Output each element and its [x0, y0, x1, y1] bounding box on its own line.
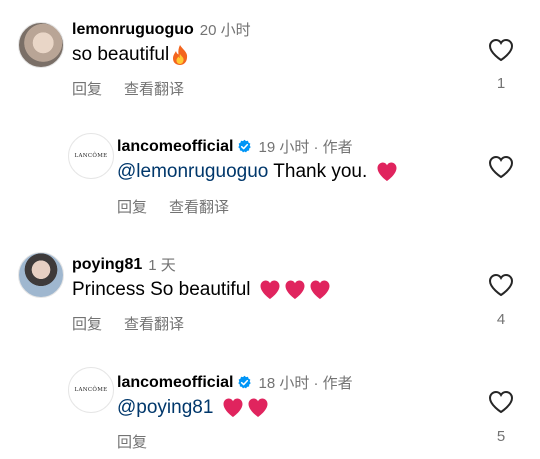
- comment-time: 1 天: [148, 257, 176, 274]
- avatar[interactable]: [18, 252, 64, 298]
- see-translation-button[interactable]: 查看翻译: [124, 78, 184, 99]
- red-heart-emoji-icon: [223, 398, 243, 417]
- like-heart-icon[interactable]: [488, 273, 514, 297]
- comment-time: 19 小时 · 作者: [258, 139, 353, 156]
- verified-badge-icon: [238, 139, 252, 153]
- verified-badge-icon: [238, 375, 252, 389]
- mention-link[interactable]: @lemonruguoguo: [117, 161, 268, 183]
- like-heart-icon[interactable]: [488, 390, 514, 414]
- comment-text: Thank you.: [268, 161, 373, 182]
- comment-username[interactable]: poying81: [72, 256, 142, 274]
- comment-time: 20 小时: [199, 22, 251, 39]
- see-translation-button[interactable]: 查看翻译: [124, 313, 184, 334]
- lancome-logo: LANCÔME: [74, 153, 108, 159]
- comment-text: so beautiful: [72, 44, 170, 65]
- comment-text: Princess So beautiful: [72, 279, 256, 300]
- comment-username[interactable]: lemonruguoguo: [72, 21, 194, 39]
- red-heart-emoji-icon: [377, 162, 397, 181]
- reply-button[interactable]: 回复: [117, 431, 147, 452]
- reply-button[interactable]: 回复: [72, 78, 102, 99]
- avatar[interactable]: LANCÔME: [68, 133, 114, 179]
- reply-button[interactable]: 回复: [117, 196, 147, 217]
- like-count: 1: [496, 75, 506, 92]
- comment-time: 18 小时 · 作者: [258, 375, 353, 392]
- like-heart-icon[interactable]: [488, 38, 514, 62]
- red-heart-emoji-icon: [310, 280, 330, 299]
- comment-username[interactable]: lancomeofficial: [117, 138, 233, 156]
- comment-username[interactable]: lancomeofficial: [117, 374, 233, 392]
- fire-emoji-icon: [173, 45, 188, 65]
- like-count: 5: [496, 428, 506, 445]
- reply-button[interactable]: 回复: [72, 313, 102, 334]
- see-translation-button[interactable]: 查看翻译: [169, 196, 229, 217]
- mention-link[interactable]: @poying81: [117, 397, 213, 419]
- comment-text: [213, 397, 218, 419]
- avatar[interactable]: LANCÔME: [68, 367, 114, 413]
- like-count: 4: [496, 311, 506, 328]
- avatar[interactable]: [18, 22, 64, 68]
- lancome-logo: LANCÔME: [74, 387, 108, 393]
- like-heart-icon[interactable]: [488, 155, 514, 179]
- red-heart-emoji-icon: [260, 280, 280, 299]
- red-heart-emoji-icon: [285, 280, 305, 299]
- red-heart-emoji-icon: [248, 398, 268, 417]
